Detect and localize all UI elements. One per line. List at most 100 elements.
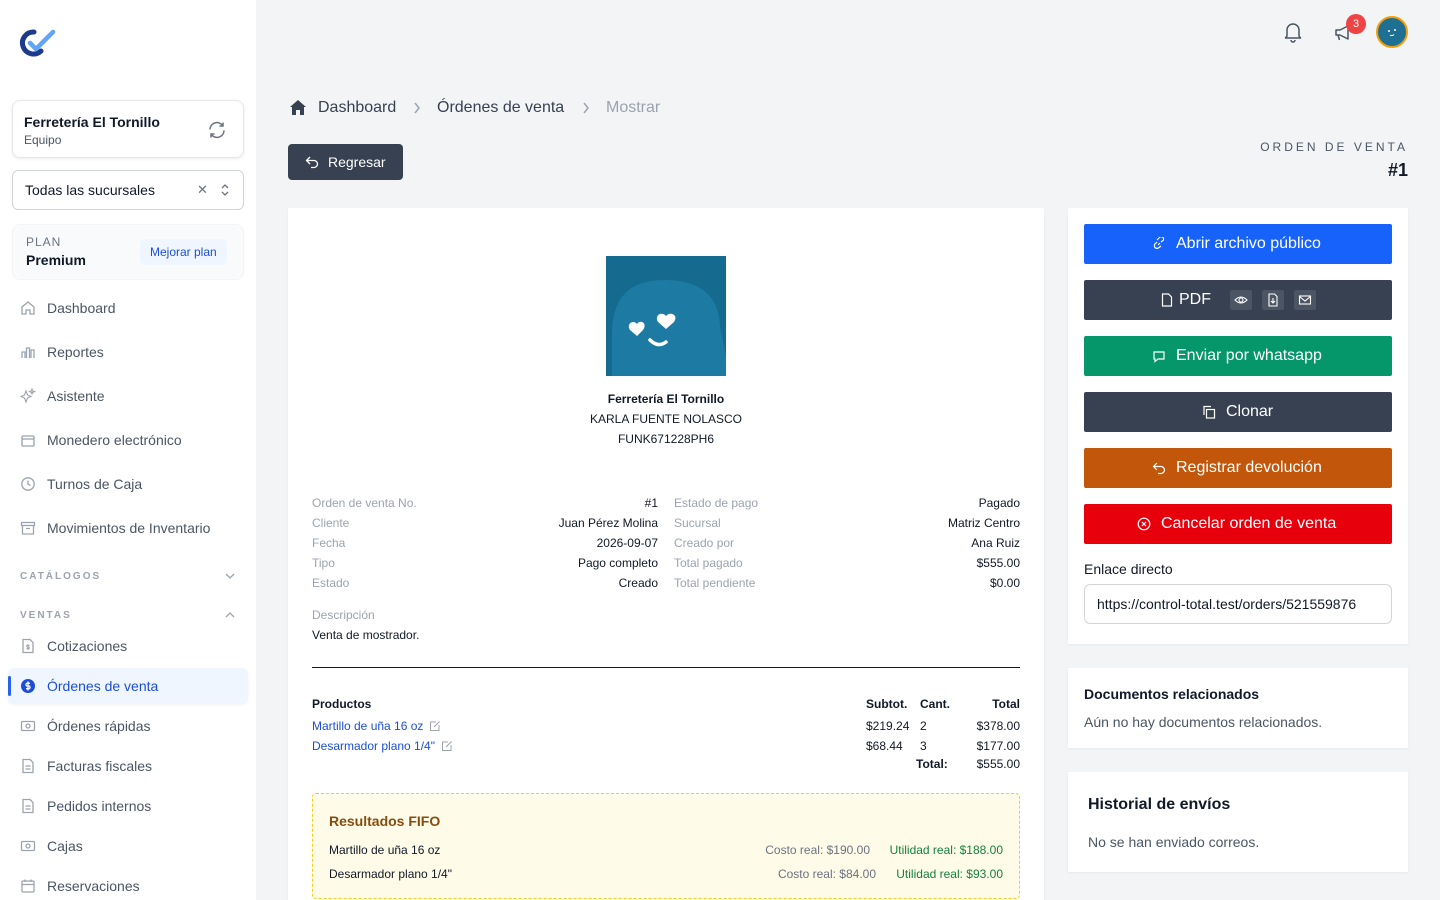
copy-icon — [1203, 405, 1216, 419]
home-icon — [21, 301, 35, 315]
bell-icon[interactable] — [1283, 21, 1303, 43]
detail-key: Estado — [312, 576, 350, 590]
detail-value: Pago completo — [577, 556, 658, 570]
pdf-button[interactable]: PDF — [1084, 280, 1392, 320]
detail-key: Total pendiente — [674, 576, 756, 590]
pdf-view-button[interactable] — [1230, 290, 1252, 310]
sidebar-item-label: Reservaciones — [47, 878, 140, 894]
sidebar-item-reservaciones[interactable]: Reservaciones — [8, 868, 248, 900]
branch-select[interactable]: Todas las sucursales ✕ — [12, 170, 244, 210]
breadcrumb-ordenes-venta[interactable]: Órdenes de venta — [437, 99, 564, 117]
sidebar-item-pedidos[interactable]: Pedidos internos — [8, 788, 248, 824]
direct-link-field[interactable]: https://control-total.test/orders/521559… — [1084, 584, 1392, 624]
related-documents-title: Documentos relacionados — [1084, 686, 1260, 702]
sidebar-item-turnos[interactable]: Turnos de Caja — [8, 466, 248, 502]
sparkles-icon — [20, 388, 36, 404]
sidebar-item-dashboard[interactable]: Dashboard — [8, 290, 248, 326]
detail-key: Tipo — [312, 556, 335, 570]
cash-register-icon — [20, 840, 36, 852]
sidebar-item-cajas[interactable]: Cajas — [8, 828, 248, 864]
sidebar-item-cotizaciones[interactable]: Cotizaciones — [8, 628, 248, 664]
divider — [312, 667, 1020, 668]
topbar — [256, 0, 1440, 64]
back-button[interactable]: Regresar — [288, 144, 403, 180]
sidebar-item-monedero[interactable]: Monedero electrónico — [8, 422, 248, 458]
upgrade-plan-button[interactable]: Mejorar plan — [140, 239, 227, 265]
ghost-mascot-icon — [612, 280, 726, 376]
send-history-title: Historial de envíos — [1088, 796, 1231, 813]
chevron-down-icon[interactable] — [224, 572, 236, 580]
clock-icon — [21, 477, 35, 491]
breadcrumb-dashboard[interactable]: Dashboard — [318, 99, 396, 117]
edit-icon[interactable] — [441, 740, 453, 752]
pdf-download-button[interactable] — [1262, 290, 1284, 310]
sidebar-item-label: Cajas — [47, 838, 83, 854]
product-link[interactable]: Desarmador plano 1/4" — [312, 739, 435, 753]
subtotal-header: Subtot. — [866, 697, 908, 711]
home-icon[interactable] — [289, 99, 307, 116]
sidebar-item-label: Pedidos internos — [47, 798, 152, 814]
eye-icon — [1234, 296, 1248, 304]
register-return-button[interactable]: Registrar devolución — [1084, 448, 1392, 488]
open-public-file-button[interactable]: Abrir archivo público — [1084, 224, 1392, 264]
plan-label: PLAN — [26, 235, 62, 249]
sidebar-item-label: Facturas fiscales — [47, 758, 153, 774]
team-name: Ferretería El Tornillo — [24, 114, 160, 130]
chevron-up-icon[interactable] — [224, 611, 236, 619]
fifo-profit: Utilidad real: $93.00 — [896, 867, 1003, 881]
detail-key: Creado por — [674, 536, 735, 550]
product-qty: 3 — [920, 739, 927, 753]
sidebar-item-movimientos[interactable]: Movimientos de Inventario — [8, 510, 248, 546]
envelope-icon — [1298, 295, 1312, 305]
edit-icon[interactable] — [429, 720, 441, 732]
related-documents-empty: Aún no hay documentos relacionados. — [1084, 714, 1323, 730]
avatar[interactable] — [1376, 16, 1408, 48]
sidebar-item-ordenes-venta[interactable]: Órdenes de venta — [8, 668, 248, 704]
document-text-icon — [22, 758, 34, 774]
pdf-email-button[interactable] — [1294, 290, 1316, 310]
fifo-cost: Costo real: $84.00 — [777, 867, 876, 881]
detail-value: Matriz Centro — [947, 516, 1020, 530]
product-subtotal: $219.24 — [866, 719, 910, 733]
app-logo-icon[interactable] — [19, 27, 57, 57]
branch-select-value: Todas las sucursales — [25, 182, 155, 198]
sidebar-item-asistente[interactable]: Asistente — [8, 378, 248, 414]
link-icon — [1153, 237, 1165, 249]
back-button-label: Regresar — [328, 154, 386, 170]
detail-value: $0.00 — [989, 576, 1020, 590]
plan-card: PLAN Premium Mejorar plan — [12, 224, 244, 280]
team-subtitle: Equipo — [24, 133, 62, 147]
team-switcher[interactable]: Ferretería El Tornillo Equipo — [12, 100, 244, 158]
order-number: #1 — [1387, 160, 1408, 180]
sidebar-item-ordenes-rapidas[interactable]: Órdenes rápidas — [8, 708, 248, 744]
sidebar-item-reportes[interactable]: Reportes — [8, 334, 248, 370]
cancel-order-label: Cancelar orden de venta — [1161, 515, 1337, 532]
sidebar-item-facturas[interactable]: Facturas fiscales — [8, 748, 248, 784]
avatar-face-icon — [1388, 29, 1396, 37]
whatsapp-button[interactable]: Enviar por whatsapp — [1084, 336, 1392, 376]
notification-badge: 3 — [1346, 14, 1366, 34]
clear-icon[interactable]: ✕ — [197, 183, 209, 197]
product-total: $177.00 — [976, 739, 1020, 753]
breadcrumb-current: Mostrar — [606, 99, 661, 116]
total-value: $555.00 — [976, 757, 1020, 771]
detail-key: Orden de venta No. — [312, 496, 417, 510]
fifo-title: Resultados FIFO — [329, 813, 441, 829]
order-type-label: ORDEN DE VENTA — [1260, 140, 1408, 154]
section-catalogos[interactable]: CATÁLOGOS — [20, 571, 101, 582]
product-link[interactable]: Martillo de uña 16 oz — [312, 719, 423, 733]
clone-button[interactable]: Clonar — [1084, 392, 1392, 432]
chevron-up-down-icon — [221, 184, 229, 196]
send-history-empty: No se han enviado correos. — [1088, 834, 1260, 850]
business-logo — [606, 256, 726, 376]
product-qty: 2 — [920, 719, 927, 733]
open-public-file-label: Abrir archivo público — [1176, 235, 1321, 252]
section-ventas[interactable]: VENTAS — [20, 610, 72, 621]
document-icon — [22, 798, 34, 814]
pdf-label: PDF — [1179, 291, 1211, 308]
sidebar-item-label: Cotizaciones — [47, 638, 128, 654]
product-total: $378.00 — [976, 719, 1020, 733]
detail-value: Juan Pérez Molina — [558, 516, 658, 530]
business-name: Ferretería El Tornillo — [607, 392, 725, 406]
cancel-order-button[interactable]: Cancelar orden de venta — [1084, 504, 1392, 544]
